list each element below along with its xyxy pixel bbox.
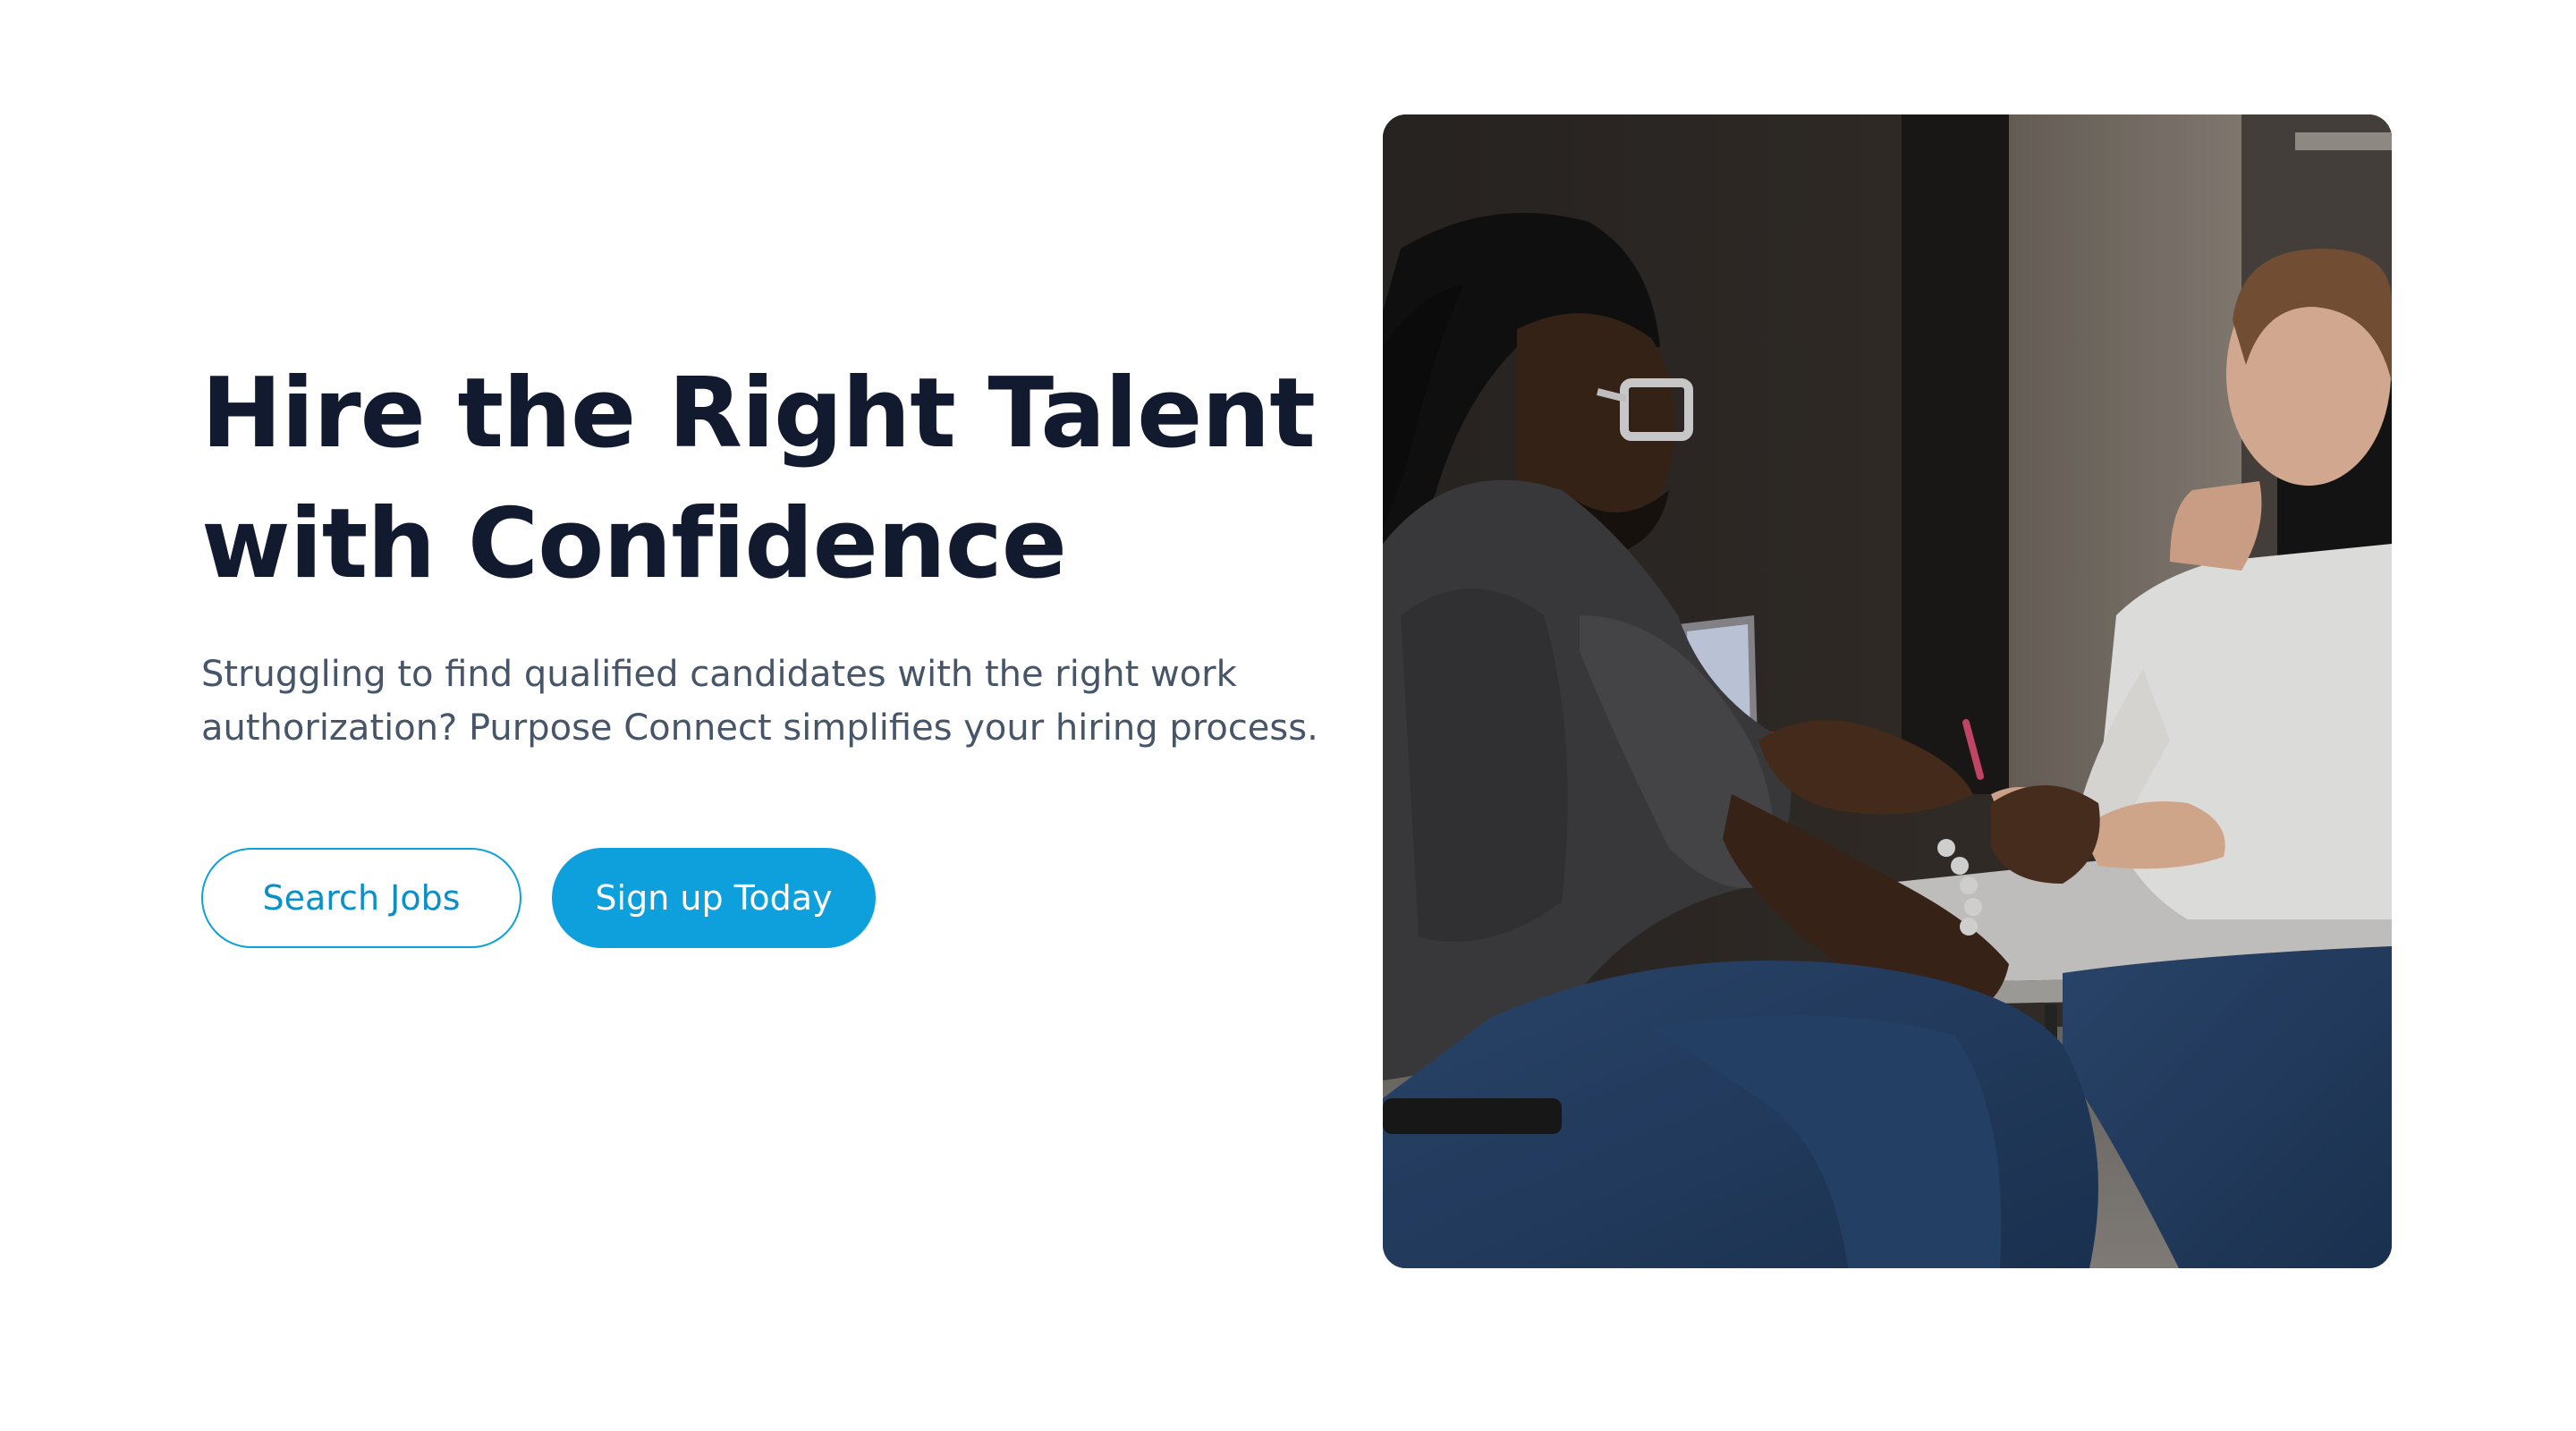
hero-section: Hire the Right Talent with Confidence St… bbox=[0, 0, 2576, 1431]
hero-text-block: Hire the Right Talent with Confidence St… bbox=[201, 349, 1328, 755]
hero-photo bbox=[1383, 114, 2392, 1268]
description-line-1: Struggling to find qualified candidates … bbox=[201, 654, 1237, 695]
search-jobs-button[interactable]: Search Jobs bbox=[201, 848, 521, 948]
cta-button-group: Search Jobs Sign up Today bbox=[201, 848, 876, 948]
headline-line-2: with Confidence bbox=[201, 488, 1067, 600]
description-line-2: authorization? Purpose Connect simplifie… bbox=[201, 707, 1318, 749]
headline-line-1: Hire the Right Talent bbox=[201, 358, 1316, 470]
sign-up-button[interactable]: Sign up Today bbox=[552, 848, 876, 948]
interview-illustration bbox=[1383, 114, 2392, 1268]
hero-description: Struggling to find qualified candidates … bbox=[201, 648, 1328, 755]
hero-headline: Hire the Right Talent with Confidence bbox=[201, 349, 1328, 610]
